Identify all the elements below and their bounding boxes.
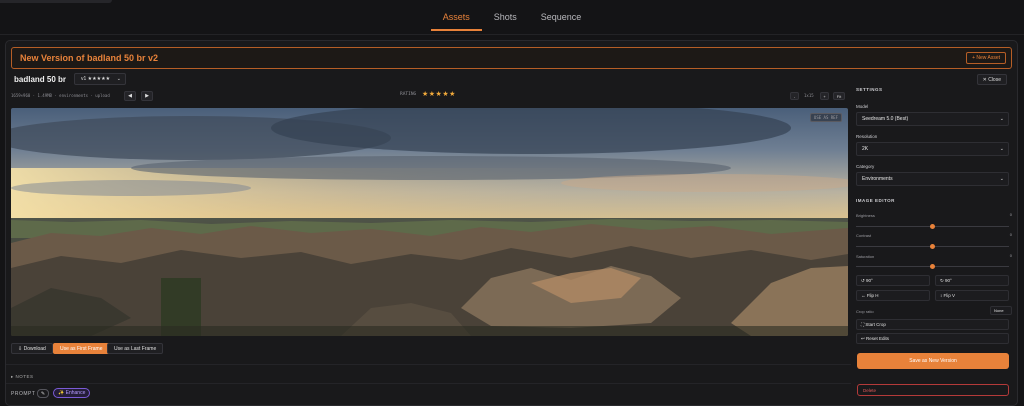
next-version-button[interactable]: ▶	[141, 91, 153, 101]
chevron-down-icon: ⌄	[999, 146, 1004, 152]
close-button[interactable]: ✕ Close	[976, 74, 1007, 85]
start-crop-button[interactable]: ⛶ Start Crop	[856, 319, 1009, 330]
contrast-slider-thumb[interactable]	[930, 244, 935, 249]
brightness-label: Brightness	[856, 213, 875, 218]
tab-shots[interactable]: Shots	[482, 9, 529, 29]
flip-horizontal-button[interactable]: ↔ Flip H	[856, 290, 930, 301]
title-bar: New Version of badland 50 br v2 + New As…	[11, 47, 1012, 69]
saturation-slider-thumb[interactable]	[930, 264, 935, 269]
version-select-value: v1 ★★★★★	[81, 76, 111, 82]
crop-ratio-label: Crop ratio	[856, 309, 874, 314]
settings-title: SETTINGS	[856, 87, 883, 92]
tabs-divider	[0, 34, 1024, 35]
divider	[6, 383, 851, 384]
saturation-value: 0	[1009, 253, 1012, 258]
new-asset-button[interactable]: + New Asset	[966, 52, 1006, 64]
zoom-out-button[interactable]: -	[790, 92, 799, 100]
saturation-label: Saturation	[856, 254, 875, 259]
resolution-select[interactable]: 2K ⌄	[856, 142, 1009, 156]
prev-version-button[interactable]: ◀	[124, 91, 136, 101]
delete-button[interactable]: Delete	[857, 384, 1009, 396]
use-as-first-frame-button[interactable]: Use as First Frame	[53, 343, 110, 354]
brightness-value: 0	[1009, 212, 1012, 217]
rotate-left-button[interactable]: ↺ 90°	[856, 275, 930, 286]
chevron-down-icon: ⌄	[999, 176, 1004, 182]
reset-edits-button[interactable]: ↩ Reset Edits	[856, 333, 1009, 344]
tab-sequence[interactable]: Sequence	[529, 9, 594, 29]
rating-stars[interactable]: ★★★★★	[422, 90, 456, 98]
asset-name: badland 50 br	[14, 75, 67, 84]
contrast-label: Contrast	[856, 233, 872, 238]
use-as-ref-badge[interactable]: USE AS REF	[809, 113, 842, 122]
rating-label: RATING	[400, 92, 417, 97]
model-select[interactable]: Seedream 5.0 (Best) ⌄	[856, 112, 1009, 126]
notes-toggle[interactable]: ▸ NOTES	[11, 374, 34, 380]
brightness-slider[interactable]	[856, 224, 1009, 229]
category-select-value: Environments	[862, 176, 893, 182]
image-editor-title: IMAGE EDITOR	[856, 198, 895, 203]
prompt-label: PROMPT	[11, 391, 36, 397]
download-button[interactable]: ⇩ Download	[11, 343, 53, 354]
tab-assets[interactable]: Assets	[430, 9, 482, 31]
main-tabs: Assets Shots Sequence	[0, 9, 1024, 31]
panel-title: New Version of badland 50 br v2	[20, 53, 159, 63]
contrast-slider[interactable]	[856, 244, 1009, 249]
brightness-slider-thumb[interactable]	[930, 224, 935, 229]
version-select[interactable]: v1 ★★★★★ ⌄	[74, 73, 126, 85]
resolution-label: Resolution	[856, 134, 878, 139]
crop-ratio-select[interactable]: None	[990, 306, 1012, 315]
resolution-select-value: 2K	[862, 146, 869, 152]
flip-vertical-button[interactable]: ↕ Flip V	[935, 290, 1009, 301]
edit-prompt-button[interactable]: ✎	[37, 389, 49, 398]
zoom-level: 1x15	[804, 93, 814, 98]
model-label: Model	[856, 104, 869, 109]
asset-meta: 1659×960 · 1.49MB · environments · uploa…	[11, 93, 110, 98]
asset-version-panel: New Version of badland 50 br v2 + New As…	[5, 40, 1018, 406]
enhance-button[interactable]: ✨ Enhance	[53, 388, 91, 398]
save-as-new-version-button[interactable]: Save as New Version	[857, 353, 1009, 369]
chevron-down-icon: ⌄	[116, 76, 121, 82]
top-bar-stub	[0, 0, 112, 3]
model-select-value: Seedream 5.0 (Best)	[862, 116, 909, 122]
asset-image[interactable]: USE AS REF	[11, 108, 848, 336]
use-as-last-frame-button[interactable]: Use as Last Frame	[107, 343, 164, 354]
saturation-slider[interactable]	[856, 264, 1009, 269]
divider	[6, 364, 851, 365]
category-label: Category	[856, 164, 875, 169]
chevron-down-icon: ⌄	[999, 116, 1004, 122]
contrast-value: 0	[1009, 232, 1012, 237]
zoom-fit-button[interactable]: Fit	[833, 92, 845, 100]
zoom-in-button[interactable]: +	[820, 92, 829, 100]
rotate-right-button[interactable]: ↻ 90°	[935, 275, 1009, 286]
category-select[interactable]: Environments ⌄	[856, 172, 1009, 186]
badlands-landscape-image	[11, 108, 848, 336]
